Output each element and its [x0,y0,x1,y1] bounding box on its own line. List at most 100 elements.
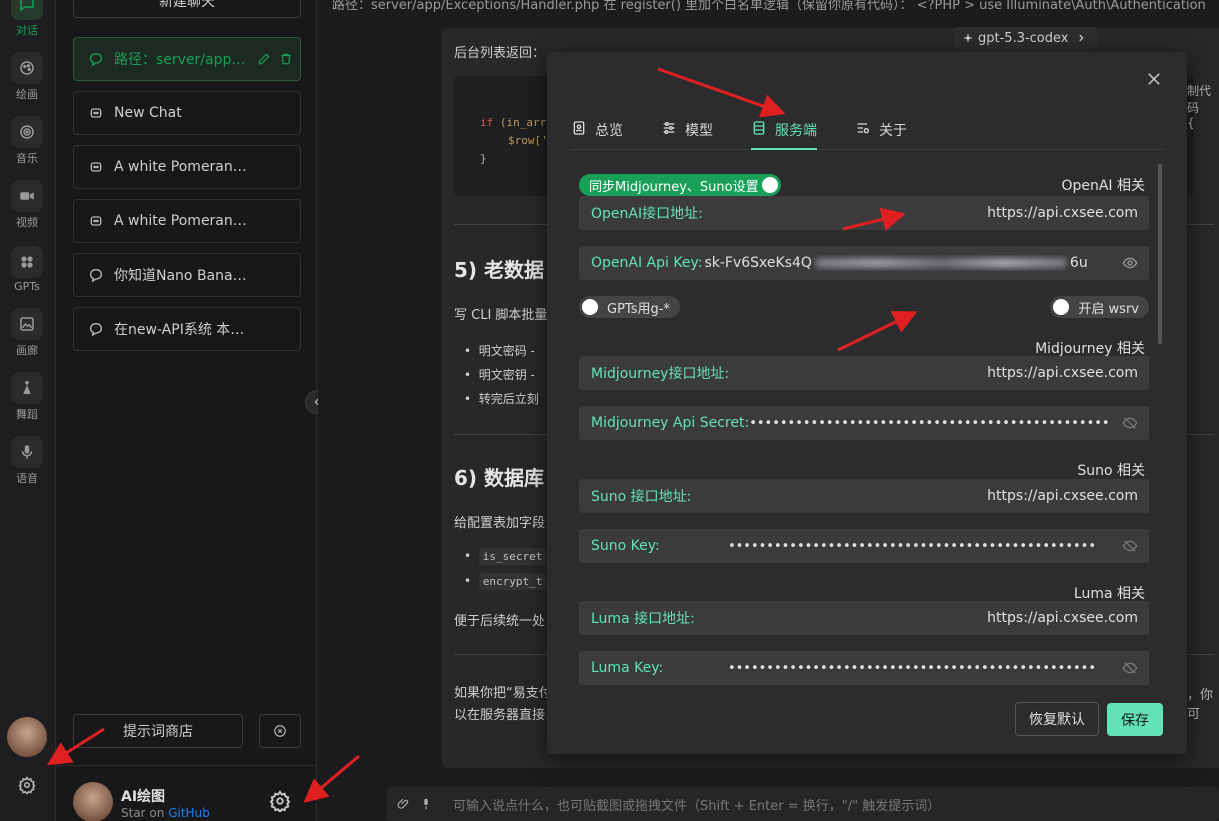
section-label: Luma 相关 [1073,586,1145,602]
new-chat-button[interactable]: 新建聊天 [73,0,301,18]
wsrv-toggle[interactable]: 开启 wsrv [1050,296,1149,318]
tab-overview[interactable]: 总览 [571,120,623,150]
github-link[interactable]: GitHub [168,806,210,820]
sync-settings-toggle[interactable]: 同步Midjourney、Suno设置 [579,174,781,196]
chat-bubble-icon [89,268,103,283]
key-prefix: sk-Fv6SxeKs4Q [704,255,812,271]
nav-voice[interactable]: 语音 [4,434,50,488]
luma-key-field[interactable]: Luma Key: ••••••••••••••••••••••••••••••… [579,651,1149,685]
toggle-label: 开启 wsrv [1078,301,1139,317]
section-label: OpenAI 相关 [1061,178,1145,194]
nav-music-label: 音乐 [16,152,38,165]
redacted-blur [815,258,1066,268]
eye-off-icon[interactable] [1122,660,1138,676]
midjourney-secret-field[interactable]: Midjourney Api Secret: •••••••••••••••••… [579,406,1149,440]
chat-icon [11,0,43,20]
chat-title: 路径：server/app/Exceptions/Handler.php [114,52,249,68]
tab-model[interactable]: 模型 [661,120,713,150]
chat-title: A white Pomeranian puppy [114,159,249,175]
nav-gpts[interactable]: GPTs [4,242,50,296]
section-label: Midjourney 相关 [1035,341,1145,357]
left-nav-rail: 对话 绘画 音乐 视频 GPTs 画廊 舞蹈 语音 [0,0,56,821]
field-label: Luma 接口地址: [591,611,695,627]
openai-api-key-field[interactable]: OpenAI Api Key: sk-Fv6SxeKs4Q 6u [579,246,1149,280]
nav-chat[interactable]: 对话 [4,0,50,40]
close-icon[interactable] [1145,70,1163,88]
chat-item[interactable]: New Chat [73,91,301,135]
nav-voice-label: 语音 [16,472,38,485]
chat-input[interactable]: 可输入说点什么，也可贴截图或拖拽文件（Shift + Enter = 换行，"/… [387,787,1219,821]
masked-value: ••••••••••••••••••••••••••••••••••••••••… [727,660,1096,676]
user-avatar[interactable] [7,717,47,757]
reset-defaults-button[interactable]: 恢复默认 [1015,702,1099,736]
masked-value: ••••••••••••••••••••••••••••••••••••••••… [727,538,1096,554]
nav-video[interactable]: 视频 [4,178,50,232]
key-suffix: 6u [1069,255,1088,271]
list-item-text: 明文密码 - [478,344,535,358]
chat-item[interactable]: A white Pomeranian puppy [73,145,301,189]
settings-gear-icon[interactable] [12,770,42,800]
inline-code: encrypt_t [478,573,547,590]
paragraph: 如果你把“易支付 [454,686,552,701]
paragraph: 写 CLI 脚本批量 [454,308,548,323]
app-window: 对话 绘画 音乐 视频 GPTs 画廊 舞蹈 语音 新建聊天 路径：server… [0,0,1219,821]
field-label: Suno 接口地址: [591,489,692,505]
midjourney-url-field[interactable]: Midjourney接口地址: https://api.cxsee.com [579,356,1149,390]
tab-label: 服务端 [775,123,817,139]
clear-button[interactable] [259,714,301,748]
nav-gpts-label: GPTs [14,279,40,293]
code-keyword: if [480,116,494,129]
tab-about[interactable]: 关于 [855,120,907,150]
openai-url-field[interactable]: OpenAI接口地址: https://api.cxsee.com [579,196,1149,230]
section-heading: 5) 老数据 [454,258,545,282]
eye-icon[interactable] [1122,255,1138,271]
nav-gallery[interactable]: 画廊 [4,306,50,360]
settings-tabs: 总览 模型 服务端 关于 [571,108,1163,150]
toggle-knob [761,177,778,193]
sparkle-icon [963,33,973,43]
paperclip-icon[interactable] [397,797,411,811]
avatar[interactable] [73,782,113,821]
suno-key-field[interactable]: Suno Key: ••••••••••••••••••••••••••••••… [579,529,1149,563]
server-settings-panel[interactable]: 同步Midjourney、Suno设置 OpenAI 相关 OpenAI接口地址… [579,170,1149,685]
eye-off-icon[interactable] [1122,538,1138,554]
toggle-label: 同步Midjourney、Suno设置 [589,179,759,195]
gpts-toggle[interactable]: GPTs用g-* [579,296,680,318]
paragraph: 以在服务器直接 [454,708,546,723]
chat-title: 你知道Nano Banana开源吗 [114,268,249,284]
section-heading: 6) 数据库 [454,466,545,490]
list-item-text: 明文密钥 - [478,368,535,382]
chat-title: A white Pomeranian puppy [114,213,249,229]
eye-off-icon[interactable] [1122,415,1138,431]
tab-server[interactable]: 服务端 [751,120,817,150]
chat-item[interactable]: A white Pomeranian puppy [73,199,301,243]
luma-url-field[interactable]: Luma 接口地址: https://api.cxsee.com [579,601,1149,635]
section-label: Suno 相关 [1077,463,1145,479]
trash-icon[interactable] [279,52,293,66]
edit-icon[interactable] [257,52,271,66]
bot-icon [90,162,102,172]
chat-item[interactable]: 你知道Nano Banana开源吗 [73,253,301,297]
nav-draw[interactable]: 绘画 [4,50,50,104]
chat-title: New Chat [114,105,182,121]
model-selector[interactable]: gpt-5.3-codex [954,27,1099,49]
microphone-icon[interactable] [419,797,433,811]
chat-item[interactable]: 在new-API系统 本系统网站 [73,307,301,351]
list-item: • encrypt_t [464,573,547,590]
nav-gallery-label: 画廊 [16,344,38,357]
nav-dance[interactable]: 舞蹈 [4,370,50,424]
prompt-store-button[interactable]: 提示词商店 [73,714,243,748]
field-value: sk-Fv6SxeKs4Q 6u [702,255,1110,271]
scrollbar[interactable] [1158,164,1162,344]
settings-gear-icon[interactable] [269,790,291,812]
paragraph: 便于后续统一处 [454,614,546,629]
nav-chat-label: 对话 [16,24,38,37]
save-button[interactable]: 保存 [1107,703,1163,736]
chat-item[interactable]: 路径：server/app/Exceptions/Handler.php [73,37,301,81]
github-star: Star on GitHub [121,806,210,820]
music-icon [11,116,43,148]
nav-music[interactable]: 音乐 [4,114,50,168]
clipped-text: 制代码 [1187,84,1212,115]
suno-url-field[interactable]: Suno 接口地址: https://api.cxsee.com [579,479,1149,513]
microphone-icon [11,436,43,468]
